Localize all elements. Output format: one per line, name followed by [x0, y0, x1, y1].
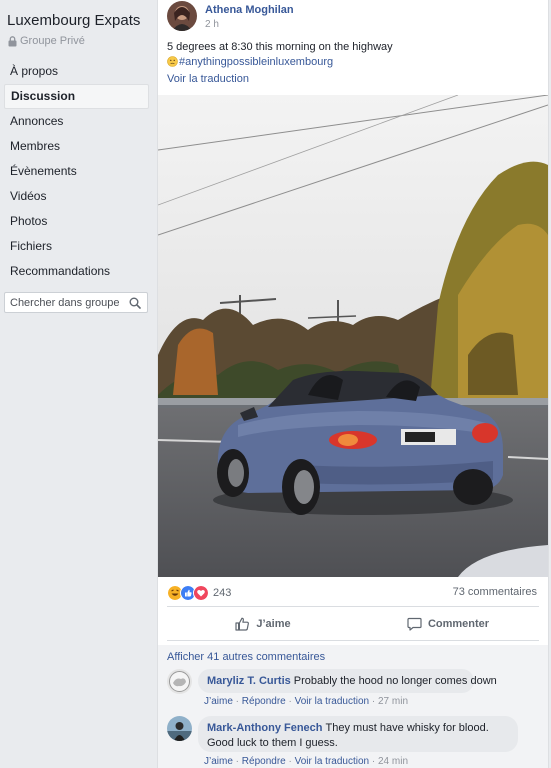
like-button-label: J’aime	[256, 618, 291, 630]
group-search-input[interactable]	[5, 293, 126, 312]
see-translation-link[interactable]: Voir la traduction	[167, 73, 249, 85]
comments-section: Afficher 41 autres commentaires Maryliz …	[158, 645, 548, 768]
group-title[interactable]: Luxembourg Expats	[7, 12, 140, 29]
comment-translate-link[interactable]: Voir la traduction	[295, 696, 370, 707]
divider	[167, 606, 539, 607]
post-hashtag[interactable]: #anythingpossibleinluxembourg	[179, 56, 333, 68]
group-search-box	[4, 292, 148, 313]
sidebar-item-announcements[interactable]: Annonces	[4, 109, 149, 134]
comment-button[interactable]: Commenter	[368, 611, 528, 637]
sidebar-item-events[interactable]: Évènements	[4, 159, 149, 184]
thumbs-up-icon	[235, 617, 250, 631]
post-author-name[interactable]: Athena Moghilan	[205, 4, 294, 16]
sidebar-item-recommendations[interactable]: Recommandations	[4, 259, 149, 284]
comment-time[interactable]: 24 min	[378, 756, 408, 767]
comment-time[interactable]: 27 min	[378, 696, 408, 707]
post-hashtag-line: #anythingpossibleinluxembourg	[167, 55, 393, 70]
commenter-name[interactable]: Mark-Anthony Fenech	[207, 722, 323, 734]
divider	[167, 640, 539, 641]
comment-text: Probably the hood no longer comes down	[293, 675, 497, 687]
comment-bubble: Mark-Anthony Fenech They must have whisky…	[198, 716, 518, 752]
post-body: 5 degrees at 8:30 this morning on the hi…	[167, 40, 393, 70]
comment-reply-link[interactable]: Répondre	[242, 696, 286, 707]
reactions-summary[interactable]: 243	[167, 585, 231, 601]
sidebar-item-discussion[interactable]: Discussion	[4, 84, 149, 109]
view-more-comments-link[interactable]: Afficher 41 autres commentaires	[167, 651, 325, 663]
sidebar-nav: À propos Discussion Annonces Membres Évè…	[4, 59, 149, 284]
comment-like-link[interactable]: J’aime	[204, 696, 233, 707]
sidebar-item-files[interactable]: Fichiers	[4, 234, 149, 259]
post-photo[interactable]	[158, 95, 548, 577]
like-button[interactable]: J’aime	[188, 611, 338, 637]
comment-button-label: Commenter	[427, 618, 490, 630]
sidebar-item-members[interactable]: Membres	[4, 134, 149, 159]
comment-actions: J’aime · Répondre · Voir la traduction ·…	[204, 756, 409, 767]
comment-translate-link[interactable]: Voir la traduction	[295, 756, 370, 767]
commenter-avatar[interactable]	[167, 716, 192, 741]
post-card: Athena Moghilan 2 h 5 degrees at 8:30 th…	[157, 0, 549, 768]
sidebar-item-videos[interactable]: Vidéos	[4, 184, 149, 209]
post-text-line: 5 degrees at 8:30 this morning on the hi…	[167, 41, 393, 53]
comment-actions: J’aime · Répondre · Voir la traduction ·…	[204, 696, 409, 707]
group-privacy: Groupe Privé	[8, 35, 85, 47]
lock-icon	[8, 35, 17, 46]
sidebar-item-photos[interactable]: Photos	[4, 209, 149, 234]
comment-bubble: Maryliz T. Curtis Probably the hood no lo…	[198, 669, 497, 693]
comment-like-link[interactable]: J’aime	[204, 756, 233, 767]
author-avatar[interactable]	[167, 1, 197, 31]
comment-reply-link[interactable]: Répondre	[242, 756, 286, 767]
sidebar-item-about[interactable]: À propos	[4, 59, 149, 84]
reaction-count: 243	[213, 587, 232, 599]
commenter-avatar[interactable]	[167, 669, 192, 694]
group-privacy-label: Groupe Privé	[20, 35, 85, 47]
thinking-face-emoji	[167, 56, 178, 67]
group-sidebar: Luxembourg Expats Groupe Privé À propos …	[0, 0, 157, 768]
comment-icon	[407, 617, 422, 631]
comments-count-link[interactable]: 73 commentaires	[453, 586, 537, 598]
search-icon[interactable]	[129, 297, 141, 309]
post-timestamp[interactable]: 2 h	[205, 19, 219, 30]
commenter-name[interactable]: Maryliz T. Curtis	[207, 675, 291, 687]
love-reaction-icon	[193, 585, 209, 601]
